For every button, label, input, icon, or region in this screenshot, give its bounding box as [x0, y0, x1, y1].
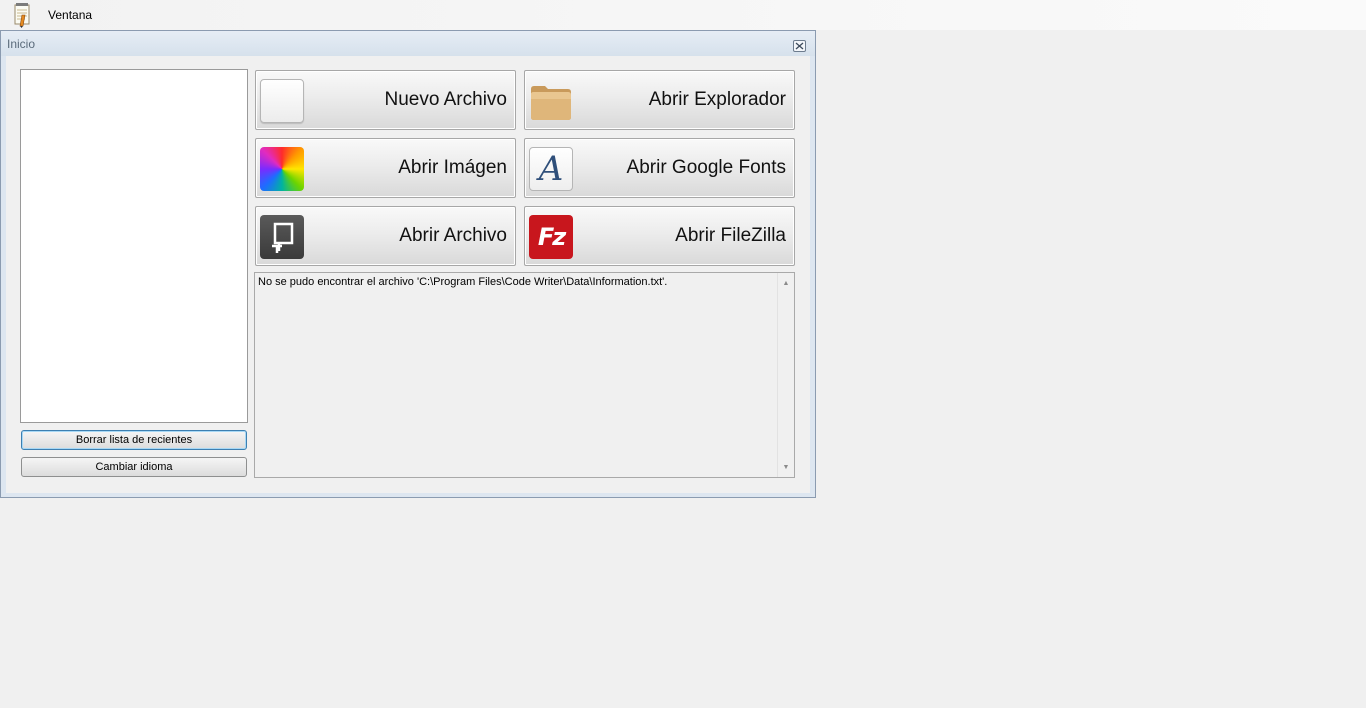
filezilla-icon: Fz — [529, 215, 573, 259]
open-file-icon — [260, 215, 304, 259]
scroll-down-arrow-icon[interactable]: ▼ — [778, 459, 794, 475]
new-file-button[interactable]: Nuevo Archivo — [255, 70, 516, 130]
blank-file-icon — [260, 79, 304, 123]
notepad-pencil-icon[interactable] — [8, 1, 36, 29]
open-image-button[interactable]: Abrir Imágen — [255, 138, 516, 198]
folder-icon — [529, 79, 573, 123]
change-language-button[interactable]: Cambiar idioma — [21, 457, 247, 477]
open-filezilla-label: Abrir FileZilla — [675, 225, 786, 246]
open-explorer-button[interactable]: Abrir Explorador — [524, 70, 795, 130]
recent-files-list[interactable] — [20, 69, 248, 423]
log-scrollbar[interactable]: ▲ ▼ — [777, 273, 794, 477]
open-google-fonts-button[interactable]: A Abrir Google Fonts — [524, 138, 795, 198]
window-titlebar: Inicio — [1, 31, 815, 56]
font-icon: A — [529, 147, 573, 191]
log-message: No se pudo encontrar el archivo 'C:\Prog… — [258, 276, 668, 288]
window-body: Borrar lista de recientes Cambiar idioma… — [6, 56, 810, 493]
open-explorer-label: Abrir Explorador — [648, 89, 786, 110]
image-icon — [260, 147, 304, 191]
start-window: Inicio Borrar lista de recientes Cambiar… — [0, 30, 816, 498]
log-textbox[interactable]: No se pudo encontrar el archivo 'C:\Prog… — [254, 272, 795, 478]
open-file-label: Abrir Archivo — [399, 225, 507, 246]
open-image-label: Abrir Imágen — [398, 157, 507, 178]
open-filezilla-button[interactable]: Fz Abrir FileZilla — [524, 206, 795, 266]
window-title: Inicio — [7, 36, 36, 51]
clear-recent-button[interactable]: Borrar lista de recientes — [21, 430, 247, 450]
open-google-fonts-label: Abrir Google Fonts — [626, 157, 786, 178]
new-file-label: Nuevo Archivo — [384, 89, 507, 110]
menu-ventana[interactable]: Ventana — [48, 4, 92, 26]
open-file-button[interactable]: Abrir Archivo — [255, 206, 516, 266]
scroll-up-arrow-icon[interactable]: ▲ — [778, 275, 794, 291]
menu-bar: Ventana — [0, 0, 1366, 30]
close-icon[interactable] — [793, 40, 806, 52]
